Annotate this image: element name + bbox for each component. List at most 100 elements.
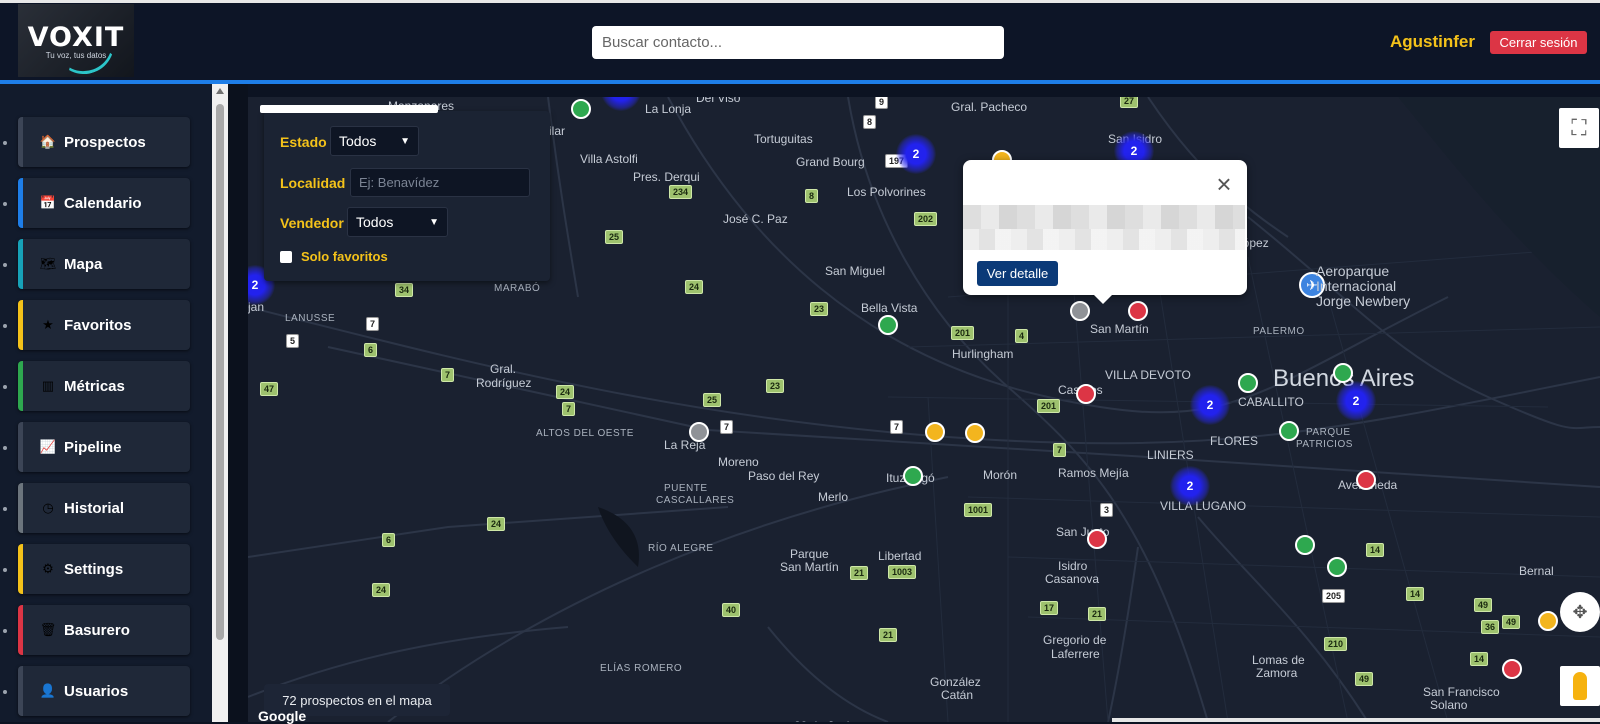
route-shield: 1001 [964, 503, 993, 517]
prospect-marker-gray[interactable] [689, 422, 709, 442]
map-place-label: LINIERS [1147, 448, 1194, 462]
prospect-marker-red[interactable] [1502, 659, 1522, 679]
map-place-label: San Miguel [825, 264, 886, 278]
star-icon: ★ [42, 317, 54, 332]
prospect-marker-green[interactable] [1295, 535, 1315, 555]
route-shield: 205 [1322, 589, 1346, 603]
sidebar-item-favoritos[interactable]: ★ Favoritos [18, 300, 190, 350]
marker-cluster[interactable]: 2 [1170, 466, 1210, 506]
prospect-marker-green[interactable] [1333, 363, 1353, 383]
sidebar-item-prospectos[interactable]: 🏠 Prospectos [18, 117, 190, 167]
pegman-figure [1573, 672, 1587, 700]
nav-bullet [3, 324, 7, 328]
scroll-up-arrow-icon[interactable] [216, 88, 224, 94]
nav-bullet [3, 141, 7, 145]
sidebar-item-usuarios[interactable]: 👤 Usuarios [18, 666, 190, 716]
prospect-marker-green[interactable] [1238, 373, 1258, 393]
prospect-marker-red[interactable] [1128, 301, 1148, 321]
logout-button[interactable]: Cerrar sesión [1490, 31, 1587, 54]
route-shield: 7 [441, 368, 455, 382]
close-icon[interactable]: × [1212, 171, 1236, 197]
map-place-label: FLORES [1210, 434, 1259, 448]
estado-select[interactable]: Todos ▼ [330, 126, 419, 156]
map-place-label: Gregorio de [1043, 633, 1107, 647]
vendedor-label: Vendedor [280, 215, 344, 231]
sidebar-item-label: Favoritos [64, 316, 132, 334]
sidebar-item-métricas[interactable]: ▥ Métricas [18, 361, 190, 411]
ver-detalle-button[interactable]: Ver detalle [977, 261, 1058, 286]
estado-label: Estado [280, 134, 327, 150]
map-place-label: Grand Bourg [796, 155, 865, 169]
calendar-icon: 📅 [39, 195, 57, 210]
sidebar-item-historial[interactable]: ◷ Historial [18, 483, 190, 533]
map-place-label: Merlo [818, 490, 849, 504]
gear-icon: ⚙ [42, 561, 54, 576]
map-place-label: José C. Paz [723, 212, 788, 226]
solo-favoritos-checkbox[interactable] [280, 251, 292, 263]
route-shield: 5 [286, 334, 300, 348]
house-icon: 🏠 [39, 134, 57, 149]
prospect-marker-yellow[interactable] [1538, 611, 1558, 631]
prospect-marker-yellow[interactable] [925, 422, 945, 442]
map-place-label: Morón [983, 468, 1018, 482]
route-shield: 6 [382, 533, 396, 547]
fullscreen-icon[interactable]: ⛶ [1559, 108, 1599, 148]
sidebar-item-pipeline[interactable]: 📈 Pipeline [18, 422, 190, 472]
map-attribution[interactable] [1112, 718, 1600, 722]
map-place-label: Moreno [718, 455, 759, 469]
popup-tail [1093, 294, 1113, 304]
prospect-marker-red[interactable] [1076, 384, 1096, 404]
map-place-label: ALTOS DEL OESTE [536, 428, 634, 439]
sidebar-item-mapa[interactable]: 🗺 Mapa [18, 239, 190, 289]
route-shield: 49 [1474, 598, 1493, 612]
solo-favoritos-label: Solo favoritos [301, 249, 388, 264]
prospect-marker-gray[interactable] [1070, 301, 1090, 321]
sidebar-scroll-thumb[interactable] [216, 104, 224, 640]
user-icon: 👤 [39, 683, 57, 698]
sidebar-item-basurero[interactable]: 🗑 Basurero [18, 605, 190, 655]
sidebar-item-label: Mapa [64, 255, 103, 273]
trash-icon: 🗑 [39, 622, 57, 637]
prospect-marker-green[interactable] [903, 466, 923, 486]
chevron-down-icon: ▼ [400, 135, 410, 147]
route-shield: 21 [879, 628, 898, 642]
prospect-marker-green[interactable] [1279, 421, 1299, 441]
map-place-label: Zamora [1256, 666, 1298, 680]
marker-cluster[interactable]: 2 [1336, 381, 1376, 421]
route-shield: 40 [722, 603, 741, 617]
map-place-label: González [930, 675, 981, 689]
sidebar-item-settings[interactable]: ⚙ Settings [18, 544, 190, 594]
camera-control-icon[interactable]: ✥ [1560, 592, 1600, 632]
route-shield: 4 [1015, 329, 1029, 343]
prospect-marker-red[interactable] [1087, 529, 1107, 549]
localidad-input[interactable] [350, 168, 530, 197]
route-shield: 6 [364, 343, 378, 357]
prospect-marker-green[interactable] [878, 315, 898, 335]
prospect-marker-yellow[interactable] [965, 423, 985, 443]
nav-bullet [3, 385, 7, 389]
prospect-marker-red[interactable] [1356, 470, 1376, 490]
prospect-marker-green[interactable] [571, 99, 591, 119]
route-shield: 49 [1355, 672, 1374, 686]
route-shield: 201 [1037, 399, 1061, 413]
prospect-marker-green[interactable] [1327, 557, 1347, 577]
vendedor-select[interactable]: Todos ▼ [347, 207, 448, 237]
airport-label: Aeroparque Internacional Jorge Newbery [1316, 263, 1411, 309]
route-shield: 9 [875, 97, 889, 109]
map-place-label: San Francisco [1423, 685, 1500, 699]
route-shield: 34 [395, 283, 414, 297]
nav-bullet [3, 446, 7, 450]
sidebar-item-calendario[interactable]: 📅 Calendario [18, 178, 190, 228]
route-shield: 14 [1406, 587, 1425, 601]
marker-cluster[interactable]: 2 [896, 134, 936, 174]
map-place-label: PALERMO [1253, 326, 1305, 337]
voxit-logo[interactable]: VOXIT Tu voz, tus datos [18, 4, 134, 83]
map-place-label: Rodríguez [476, 376, 532, 390]
marker-cluster[interactable]: 2 [1190, 385, 1230, 425]
street-view-pegman-icon[interactable] [1560, 666, 1600, 706]
map-place-label: Paso del Rey [748, 469, 820, 483]
search-contact-input[interactable] [592, 26, 1004, 59]
line-chart-icon: 📈 [39, 439, 57, 454]
sidebar-item-label: Métricas [64, 377, 125, 395]
map-place-label: San Martín [780, 560, 839, 574]
